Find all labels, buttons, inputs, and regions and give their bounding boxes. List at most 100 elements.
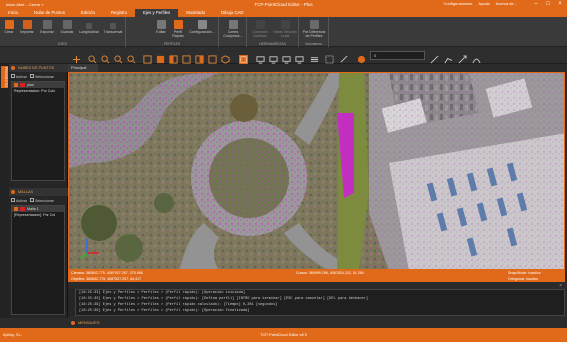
view-front-icon[interactable] xyxy=(156,51,165,64)
tab-ejes-y-perfiles[interactable]: Ejes y Perfiles xyxy=(134,9,179,17)
target-coords: Objetivo: 360842.775, 4087927.257, 84.41… xyxy=(71,276,142,281)
monitor-1-icon[interactable] xyxy=(256,51,265,64)
activate-checkbox[interactable]: Activar xyxy=(11,198,27,203)
point-cloud-viewport[interactable] xyxy=(68,72,565,270)
view-iso-icon[interactable] xyxy=(221,51,230,64)
zoom-window-icon[interactable] xyxy=(114,51,123,64)
tab-nube-de-puntos[interactable]: Nube de Puntos xyxy=(26,9,73,17)
monitor-4-icon[interactable] xyxy=(295,51,304,64)
ribbon-group-ejes: Crear Importar Exportar Guardar Longitud… xyxy=(0,17,126,47)
guardar-button[interactable]: Guardar xyxy=(58,20,76,34)
palette-icon[interactable] xyxy=(357,51,366,64)
cortes-conjuntos-button[interactable]: Cortes Conjuntos... xyxy=(221,20,245,38)
close-icon[interactable]: × xyxy=(554,0,566,9)
tab-registro[interactable]: Registro xyxy=(103,9,135,17)
section-plane-icon[interactable] xyxy=(340,51,349,63)
exportar-button[interactable]: Exportar xyxy=(38,20,56,34)
transversal-icon xyxy=(110,23,116,29)
point-cloud-render xyxy=(69,73,564,269)
longitudinal-icon xyxy=(86,23,92,29)
point-cloud-options: Activar Seleccionar xyxy=(11,74,54,79)
view-back-icon[interactable] xyxy=(182,51,191,64)
volume-icon xyxy=(309,20,319,29)
point-cloud-tree: plan Representación: Por Colo xyxy=(11,81,65,181)
perfil-rapido-button[interactable]: Perfil Rápido xyxy=(170,20,186,38)
about-link[interactable]: Acerca de... xyxy=(496,1,517,6)
import-icon xyxy=(22,20,32,29)
export-icon xyxy=(42,20,52,29)
layer-combo[interactable]: 0 xyxy=(370,51,425,60)
tab-edicion[interactable]: Edición xyxy=(73,9,103,17)
crear-eje-button[interactable]: Crear xyxy=(2,20,16,34)
diferencia-perfiles-button[interactable]: Por Diferencia de Perfiles xyxy=(301,20,327,38)
ribbon-tabs: Inicio Nube de Puntos Edición Registro E… xyxy=(0,9,567,17)
transversal-button[interactable]: Transversal xyxy=(102,23,124,34)
layers-icon[interactable] xyxy=(310,51,319,62)
maximize-icon[interactable]: □ xyxy=(542,0,554,9)
pan-icon[interactable] xyxy=(72,51,81,64)
tab-inicio[interactable]: Inicio xyxy=(0,9,26,17)
measure-line-icon[interactable] xyxy=(430,51,439,64)
selection-box-icon[interactable] xyxy=(239,51,248,64)
minimize-icon[interactable]: – xyxy=(530,0,542,9)
ribbon-group-cortes: Cortes Conjuntos... xyxy=(219,17,247,47)
collapse-icon[interactable] xyxy=(11,66,15,70)
ortho-status[interactable]: Ortogonal: Inactivo xyxy=(508,277,538,281)
tree-item-mesh-representation[interactable]: [Representación]: Por Col xyxy=(12,212,64,218)
status-bar: Cámara: 360842.775, 4087927.257, 375.966… xyxy=(68,270,565,282)
meshes-section-header[interactable]: MALLAS xyxy=(9,188,68,196)
snap-status[interactable]: Snap/Mode: Inactivo xyxy=(508,271,541,275)
meshes-options: Activar Seleccionar xyxy=(11,198,54,203)
bottom-bar: Aplitop, S.L. TCP-PointCloud Editor v8.9 xyxy=(0,328,567,342)
help-link[interactable]: Ayuda xyxy=(478,1,489,6)
draw-curve-icon[interactable] xyxy=(472,51,481,64)
measure-polyline-icon[interactable] xyxy=(444,51,453,64)
view-side-icon[interactable] xyxy=(169,51,178,64)
draw-point-icon[interactable] xyxy=(458,51,467,64)
longitudinal-button[interactable]: Longitudinal xyxy=(78,23,100,34)
viewport-tab[interactable]: Principal xyxy=(68,64,98,72)
zoom-extents-icon[interactable] xyxy=(127,51,136,64)
save-icon xyxy=(62,20,72,29)
clip-box-icon[interactable] xyxy=(325,51,334,64)
ribbon-group-herramientas: Conexión Dobleas Vistas Sección Local HE… xyxy=(247,17,299,47)
cut-set-icon xyxy=(228,20,238,29)
project-tab[interactable]: PROYECTO xyxy=(1,66,8,88)
settings-link[interactable]: Configuraciones xyxy=(443,1,472,6)
conexion-dobleas-button[interactable]: Conexión Dobleas xyxy=(249,20,271,38)
message-log[interactable]: [18:25:33] Ejes y Perfiles > Perfiles > … xyxy=(75,289,565,316)
collapse-icon[interactable] xyxy=(11,190,15,194)
view-bottom-icon[interactable] xyxy=(208,51,217,64)
monitor-3-icon[interactable] xyxy=(282,51,291,64)
ribbon-group-label: Volumenes xyxy=(305,42,322,46)
monitor-2-icon[interactable] xyxy=(269,51,278,64)
edit-icon xyxy=(156,20,166,29)
checkbox-icon[interactable] xyxy=(14,207,18,212)
left-strip: PROYECTO xyxy=(0,64,9,318)
configuracion-button[interactable]: Configuración... xyxy=(187,20,217,34)
title-right-menu: Configuraciones Ayuda Acerca de... xyxy=(443,1,517,6)
tab-dibujo-cad[interactable]: Dibujo CAD xyxy=(213,9,251,17)
select-checkbox[interactable]: Seleccionar xyxy=(29,198,54,203)
editar-perfil-button[interactable]: Editar xyxy=(154,20,168,34)
view-left-icon[interactable] xyxy=(195,51,204,64)
ribbon-group-label: EJES xyxy=(58,42,67,46)
checkbox-icon[interactable] xyxy=(14,83,18,88)
select-checkbox[interactable]: Seleccionar xyxy=(29,74,54,79)
zoom-out-icon[interactable] xyxy=(101,51,110,64)
ribbon-group-perfiles: Editar Perfil Rápido Configuración... PE… xyxy=(126,17,219,47)
tree-item-representation[interactable]: Representación: Por Colo xyxy=(12,88,64,94)
collapse-icon[interactable] xyxy=(71,321,75,325)
axis-icon xyxy=(4,20,14,29)
messages-panel-header[interactable]: MENSAJES xyxy=(68,318,565,328)
point-cloud-section-header[interactable]: NUBES DE PUNTOS xyxy=(9,64,68,72)
view-top-icon[interactable] xyxy=(143,51,152,64)
tab-modelado[interactable]: Modelado xyxy=(178,9,213,17)
left-panel: NUBES DE PUNTOS Activar Seleccionar plan… xyxy=(9,64,68,318)
vistas-seccion-button[interactable]: Vistas Sección Local xyxy=(273,20,297,38)
importar-button[interactable]: Importar xyxy=(18,20,36,34)
title-bar: Inicio Abrir... Cerrar » TCP-PointCloud … xyxy=(0,0,567,9)
zoom-in-icon[interactable] xyxy=(88,51,97,64)
quick-profile-icon xyxy=(173,20,183,29)
activate-checkbox[interactable]: Activar xyxy=(11,74,27,79)
